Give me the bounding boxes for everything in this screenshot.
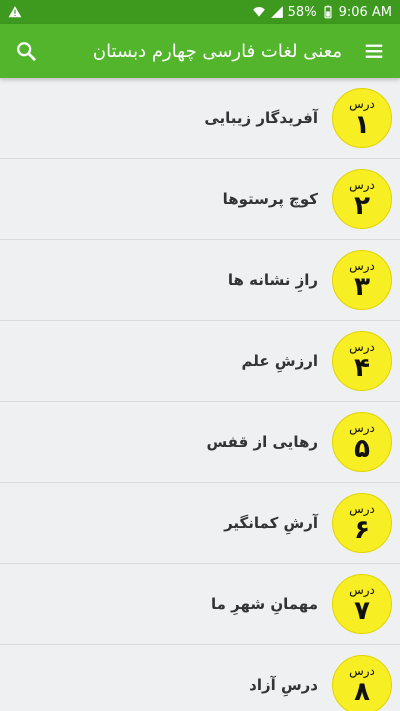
signal-icon — [270, 6, 283, 18]
lesson-badge-number: ۷ — [354, 596, 370, 626]
app-bar: معنی لغات فارسی چهارم دبستان — [0, 24, 400, 78]
lesson-item-5[interactable]: رهایی از قفس درس ۵ — [0, 402, 400, 483]
clock: 9:06 AM — [338, 4, 392, 20]
lesson-badge: درس ۶ — [332, 493, 392, 553]
lesson-badge-label: درس — [349, 664, 375, 678]
lesson-badge-number: ۴ — [354, 353, 370, 383]
battery-percent: 58% — [287, 4, 317, 20]
lesson-title: ارزشِ علم — [241, 352, 318, 370]
lesson-badge-label: درس — [349, 421, 375, 435]
lesson-badge-label: درس — [349, 583, 375, 597]
lesson-title: مهمانِ شهرِ ما — [210, 595, 318, 613]
status-bar: 58% 9:06 AM — [0, 0, 400, 24]
lesson-item-4[interactable]: ارزشِ علم درس ۴ — [0, 321, 400, 402]
battery-icon — [324, 5, 332, 19]
lesson-badge: درس ۱ — [332, 88, 392, 148]
lesson-badge-label: درس — [349, 259, 375, 273]
lesson-badge: درس ۲ — [332, 169, 392, 229]
lesson-item-7[interactable]: مهمانِ شهرِ ما درس ۷ — [0, 564, 400, 645]
lesson-badge-number: ۵ — [354, 434, 370, 464]
lesson-badge: درس ۳ — [332, 250, 392, 310]
lesson-badge: درس ۵ — [332, 412, 392, 472]
menu-icon[interactable] — [362, 39, 386, 63]
search-icon[interactable] — [14, 39, 38, 63]
lesson-item-3[interactable]: رازِ نشانه ها درس ۳ — [0, 240, 400, 321]
lesson-badge-number: ۸ — [354, 677, 370, 707]
lesson-badge: درس ۸ — [332, 655, 392, 711]
warning-icon — [8, 6, 22, 18]
lesson-badge-number: ۱ — [354, 110, 370, 140]
lesson-title: رهایی از قفس — [206, 433, 318, 451]
lesson-badge-label: درس — [349, 97, 375, 111]
lesson-title: درسِ آزاد — [249, 676, 318, 694]
app-title: معنی لغات فارسی چهارم دبستان — [92, 40, 342, 62]
lesson-list[interactable]: آفریدگار زیبایی درس ۱ کوچ پرستوها درس ۲ … — [0, 78, 400, 711]
lesson-title: کوچ پرستوها — [222, 190, 318, 208]
lesson-badge: درس ۷ — [332, 574, 392, 634]
lesson-badge: درس ۴ — [332, 331, 392, 391]
wifi-icon — [252, 7, 265, 17]
lesson-item-6[interactable]: آرشِ کمانگیر درس ۶ — [0, 483, 400, 564]
lesson-badge-label: درس — [349, 178, 375, 192]
lesson-badge-number: ۳ — [354, 272, 370, 302]
lesson-item-1[interactable]: آفریدگار زیبایی درس ۱ — [0, 78, 400, 159]
lesson-badge-label: درس — [349, 340, 375, 354]
lesson-badge-label: درس — [349, 502, 375, 516]
lesson-badge-number: ۲ — [354, 191, 370, 221]
lesson-title: رازِ نشانه ها — [227, 271, 318, 289]
lesson-item-2[interactable]: کوچ پرستوها درس ۲ — [0, 159, 400, 240]
lesson-item-8[interactable]: درسِ آزاد درس ۸ — [0, 645, 400, 711]
lesson-title: آفریدگار زیبایی — [204, 109, 318, 127]
lesson-title: آرشِ کمانگیر — [224, 514, 318, 532]
lesson-badge-number: ۶ — [354, 515, 370, 545]
